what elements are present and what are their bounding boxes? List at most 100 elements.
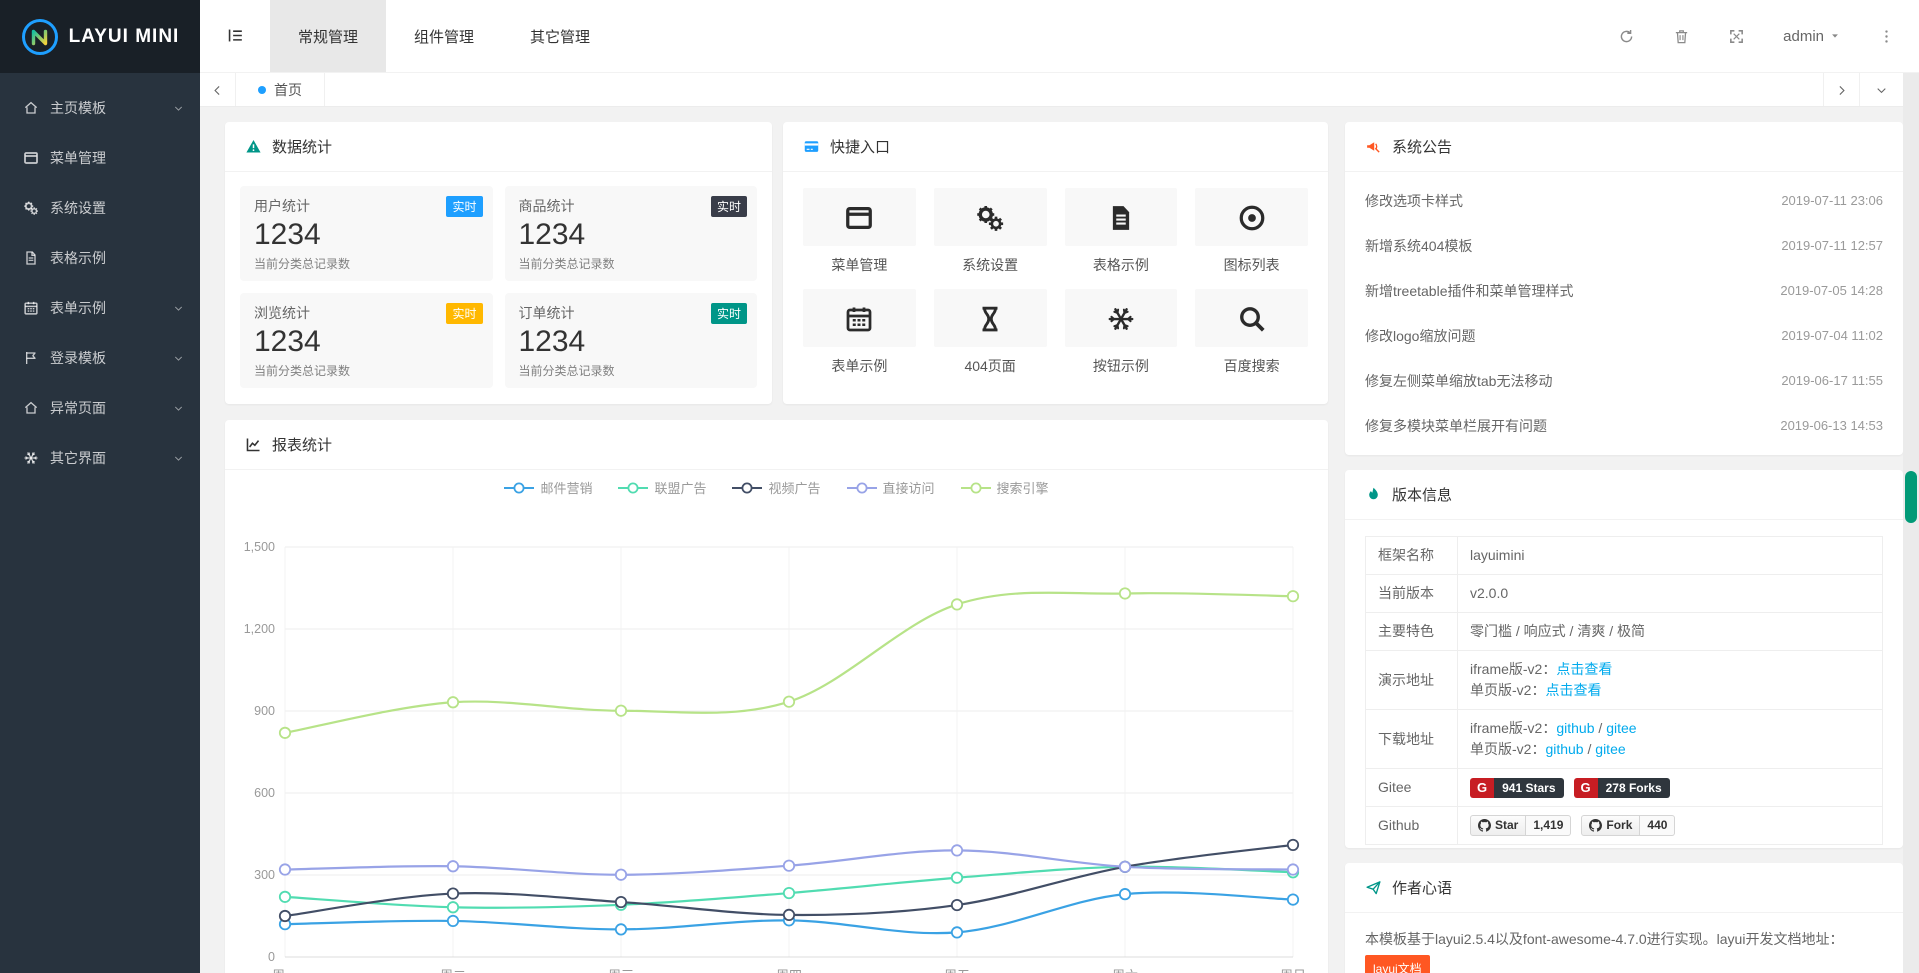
app-title: LAYUI MINI <box>69 26 180 48</box>
sidebar-item-2[interactable]: 菜单管理 <box>0 133 200 183</box>
sidebar-item-4[interactable]: 表格示例 <box>0 233 200 283</box>
gitee-badge[interactable]: G941 Stars <box>1470 778 1564 798</box>
stat-caption: 当前分类总记录数 <box>519 362 744 379</box>
legend-marker <box>504 482 534 494</box>
legend-item-视频广告[interactable]: 视频广告 <box>732 478 820 497</box>
shortcut-系统设置[interactable]: 系统设置 <box>934 188 1047 275</box>
announcement-text: 新增treetable插件和菜单管理样式 <box>1365 281 1573 301</box>
chevron-down-icon <box>173 403 184 414</box>
svg-text:0: 0 <box>268 950 275 964</box>
legend-marker <box>961 482 991 494</box>
header-tab-3[interactable]: 其它管理 <box>502 0 618 72</box>
announcement-item[interactable]: 修改选项卡样式2019-07-11 23:06 <box>1365 178 1883 223</box>
sidebar-item-label: 表单示例 <box>50 298 106 318</box>
shortcut-label: 表格示例 <box>1065 255 1178 275</box>
gears-icon <box>975 200 1005 234</box>
stat-card: 订单统计1234当前分类总记录数实时 <box>505 293 758 388</box>
tab-home[interactable]: 首页 <box>236 73 325 106</box>
legend-marker <box>847 482 877 494</box>
chart-legend: 邮件营销 联盟广告 视频广告 直接访问 搜索引擎 <box>225 478 1328 497</box>
version-table: 框架名称layuimini当前版本v2.0.0主要特色零门槛 / 响应式 / 清… <box>1365 536 1883 845</box>
tab-scroll-left-button[interactable] <box>200 73 236 106</box>
gitee-icon: G <box>1470 778 1494 798</box>
table-row: 框架名称layuimini <box>1366 537 1883 575</box>
legend-label: 直接访问 <box>883 478 935 497</box>
announcement-item[interactable]: 修复多模块菜单栏展开有问题2019-06-13 14:53 <box>1365 403 1883 448</box>
more-menu-icon[interactable] <box>1878 28 1895 45</box>
shortcut-百度搜索[interactable]: 百度搜索 <box>1195 289 1308 376</box>
version-link-line: 单页版-v2：github / gitee <box>1470 739 1870 760</box>
announcement-item[interactable]: 新增系统404模板2019-07-11 12:57 <box>1365 223 1883 268</box>
stat-card: 用户统计1234当前分类总记录数实时 <box>240 186 493 281</box>
header-tab-2[interactable]: 组件管理 <box>386 0 502 72</box>
version-label: Gitee <box>1366 769 1458 807</box>
link-gitee[interactable]: gitee <box>1595 741 1625 757</box>
announcement-item[interactable]: 修复左侧菜单缩放tab无法移动2019-06-17 11:55 <box>1365 358 1883 403</box>
link-gitee[interactable]: gitee <box>1606 720 1636 736</box>
trash-icon[interactable] <box>1673 28 1690 45</box>
sidebar: LAYUI MINI 主页模板菜单管理系统设置表格示例表单示例登录模板异常页面其… <box>0 0 200 973</box>
stat-card: 商品统计1234当前分类总记录数实时 <box>505 186 758 281</box>
calendar-icon <box>844 301 874 335</box>
sidebar-item-1[interactable]: 主页模板 <box>0 83 200 133</box>
sidebar-toggle-icon[interactable] <box>200 0 270 72</box>
announcement-item[interactable]: 新增treetable插件和菜单管理样式2019-07-05 14:28 <box>1365 268 1883 313</box>
fullscreen-icon[interactable] <box>1728 28 1745 45</box>
shortcut-表格示例[interactable]: 表格示例 <box>1065 188 1178 275</box>
shortcut-图标列表[interactable]: 图标列表 <box>1195 188 1308 275</box>
stat-label: 订单统计 <box>519 303 744 323</box>
refresh-icon[interactable] <box>1618 28 1635 45</box>
github-action-label: Fork <box>1606 818 1632 833</box>
user-menu[interactable]: admin <box>1783 28 1840 45</box>
tab-scroll-right-button[interactable] <box>1823 73 1859 106</box>
github-action-label: Star <box>1495 818 1518 833</box>
sidebar-item-3[interactable]: 系统设置 <box>0 183 200 233</box>
sidebar-item-8[interactable]: 其它界面 <box>0 433 200 483</box>
shortcut-菜单管理[interactable]: 菜单管理 <box>803 188 916 275</box>
link-点击查看[interactable]: 点击查看 <box>1545 682 1601 698</box>
link-github[interactable]: github <box>1545 741 1583 757</box>
sidebar-item-label: 其它界面 <box>50 448 106 468</box>
gitee-badge-label: 941 Stars <box>1494 778 1563 798</box>
shortcut-404页面[interactable]: 404页面 <box>934 289 1047 376</box>
home-icon <box>20 100 42 116</box>
sidebar-item-5[interactable]: 表单示例 <box>0 283 200 333</box>
legend-item-邮件营销[interactable]: 邮件营销 <box>504 478 592 497</box>
github-badge[interactable]: Star1,419 <box>1470 815 1571 836</box>
stat-card: 浏览统计1234当前分类总记录数实时 <box>240 293 493 388</box>
github-badge[interactable]: Fork440 <box>1581 815 1675 836</box>
caret-down-icon <box>1830 31 1840 41</box>
legend-item-搜索引擎[interactable]: 搜索引擎 <box>961 478 1049 497</box>
shortcut-按钮示例[interactable]: 按钮示例 <box>1065 289 1178 376</box>
sidebar-item-label: 异常页面 <box>50 398 106 418</box>
announcement-date: 2019-07-04 11:02 <box>1781 328 1883 343</box>
gitee-badge[interactable]: G278 Forks <box>1574 778 1670 798</box>
stat-label: 浏览统计 <box>254 303 479 323</box>
link-点击查看[interactable]: 点击查看 <box>1556 661 1612 677</box>
panel-title: 作者心语 <box>1392 877 1452 898</box>
sidebar-item-7[interactable]: 异常页面 <box>0 383 200 433</box>
legend-item-联盟广告[interactable]: 联盟广告 <box>618 478 706 497</box>
shortcut-表单示例[interactable]: 表单示例 <box>803 289 916 376</box>
announcement-item[interactable]: 修改logo缩放问题 2019-07-04 11:02 <box>1365 313 1883 358</box>
shortcut-label: 按钮示例 <box>1065 356 1178 376</box>
stat-label: 用户统计 <box>254 196 479 216</box>
snowflake-icon <box>1106 301 1136 335</box>
link-github[interactable]: github <box>1556 720 1594 736</box>
header-tab-1[interactable]: 常规管理 <box>270 0 386 72</box>
logo[interactable]: LAYUI MINI <box>0 0 200 73</box>
announcement-date: 2019-07-11 12:57 <box>1781 238 1883 253</box>
announcement-text: 修改logo缩放问题 <box>1365 326 1475 346</box>
layui-doc-button[interactable]: layui文档 <box>1365 955 1430 973</box>
announcement-date: 2019-06-17 11:55 <box>1781 373 1883 388</box>
panel-announcements: 系统公告 修改选项卡样式2019-07-11 23:06新增系统404模板201… <box>1345 122 1903 455</box>
scrollbar-thumb[interactable] <box>1905 471 1917 523</box>
vertical-scrollbar[interactable] <box>1903 73 1919 973</box>
sidebar-item-6[interactable]: 登录模板 <box>0 333 200 383</box>
legend-item-直接访问[interactable]: 直接访问 <box>847 478 935 497</box>
stat-value: 1234 <box>519 218 744 252</box>
tab-operations-button[interactable] <box>1859 73 1903 106</box>
stat-caption: 当前分类总记录数 <box>254 362 479 379</box>
version-label: Github <box>1366 807 1458 845</box>
svg-text:1,500: 1,500 <box>244 540 275 554</box>
